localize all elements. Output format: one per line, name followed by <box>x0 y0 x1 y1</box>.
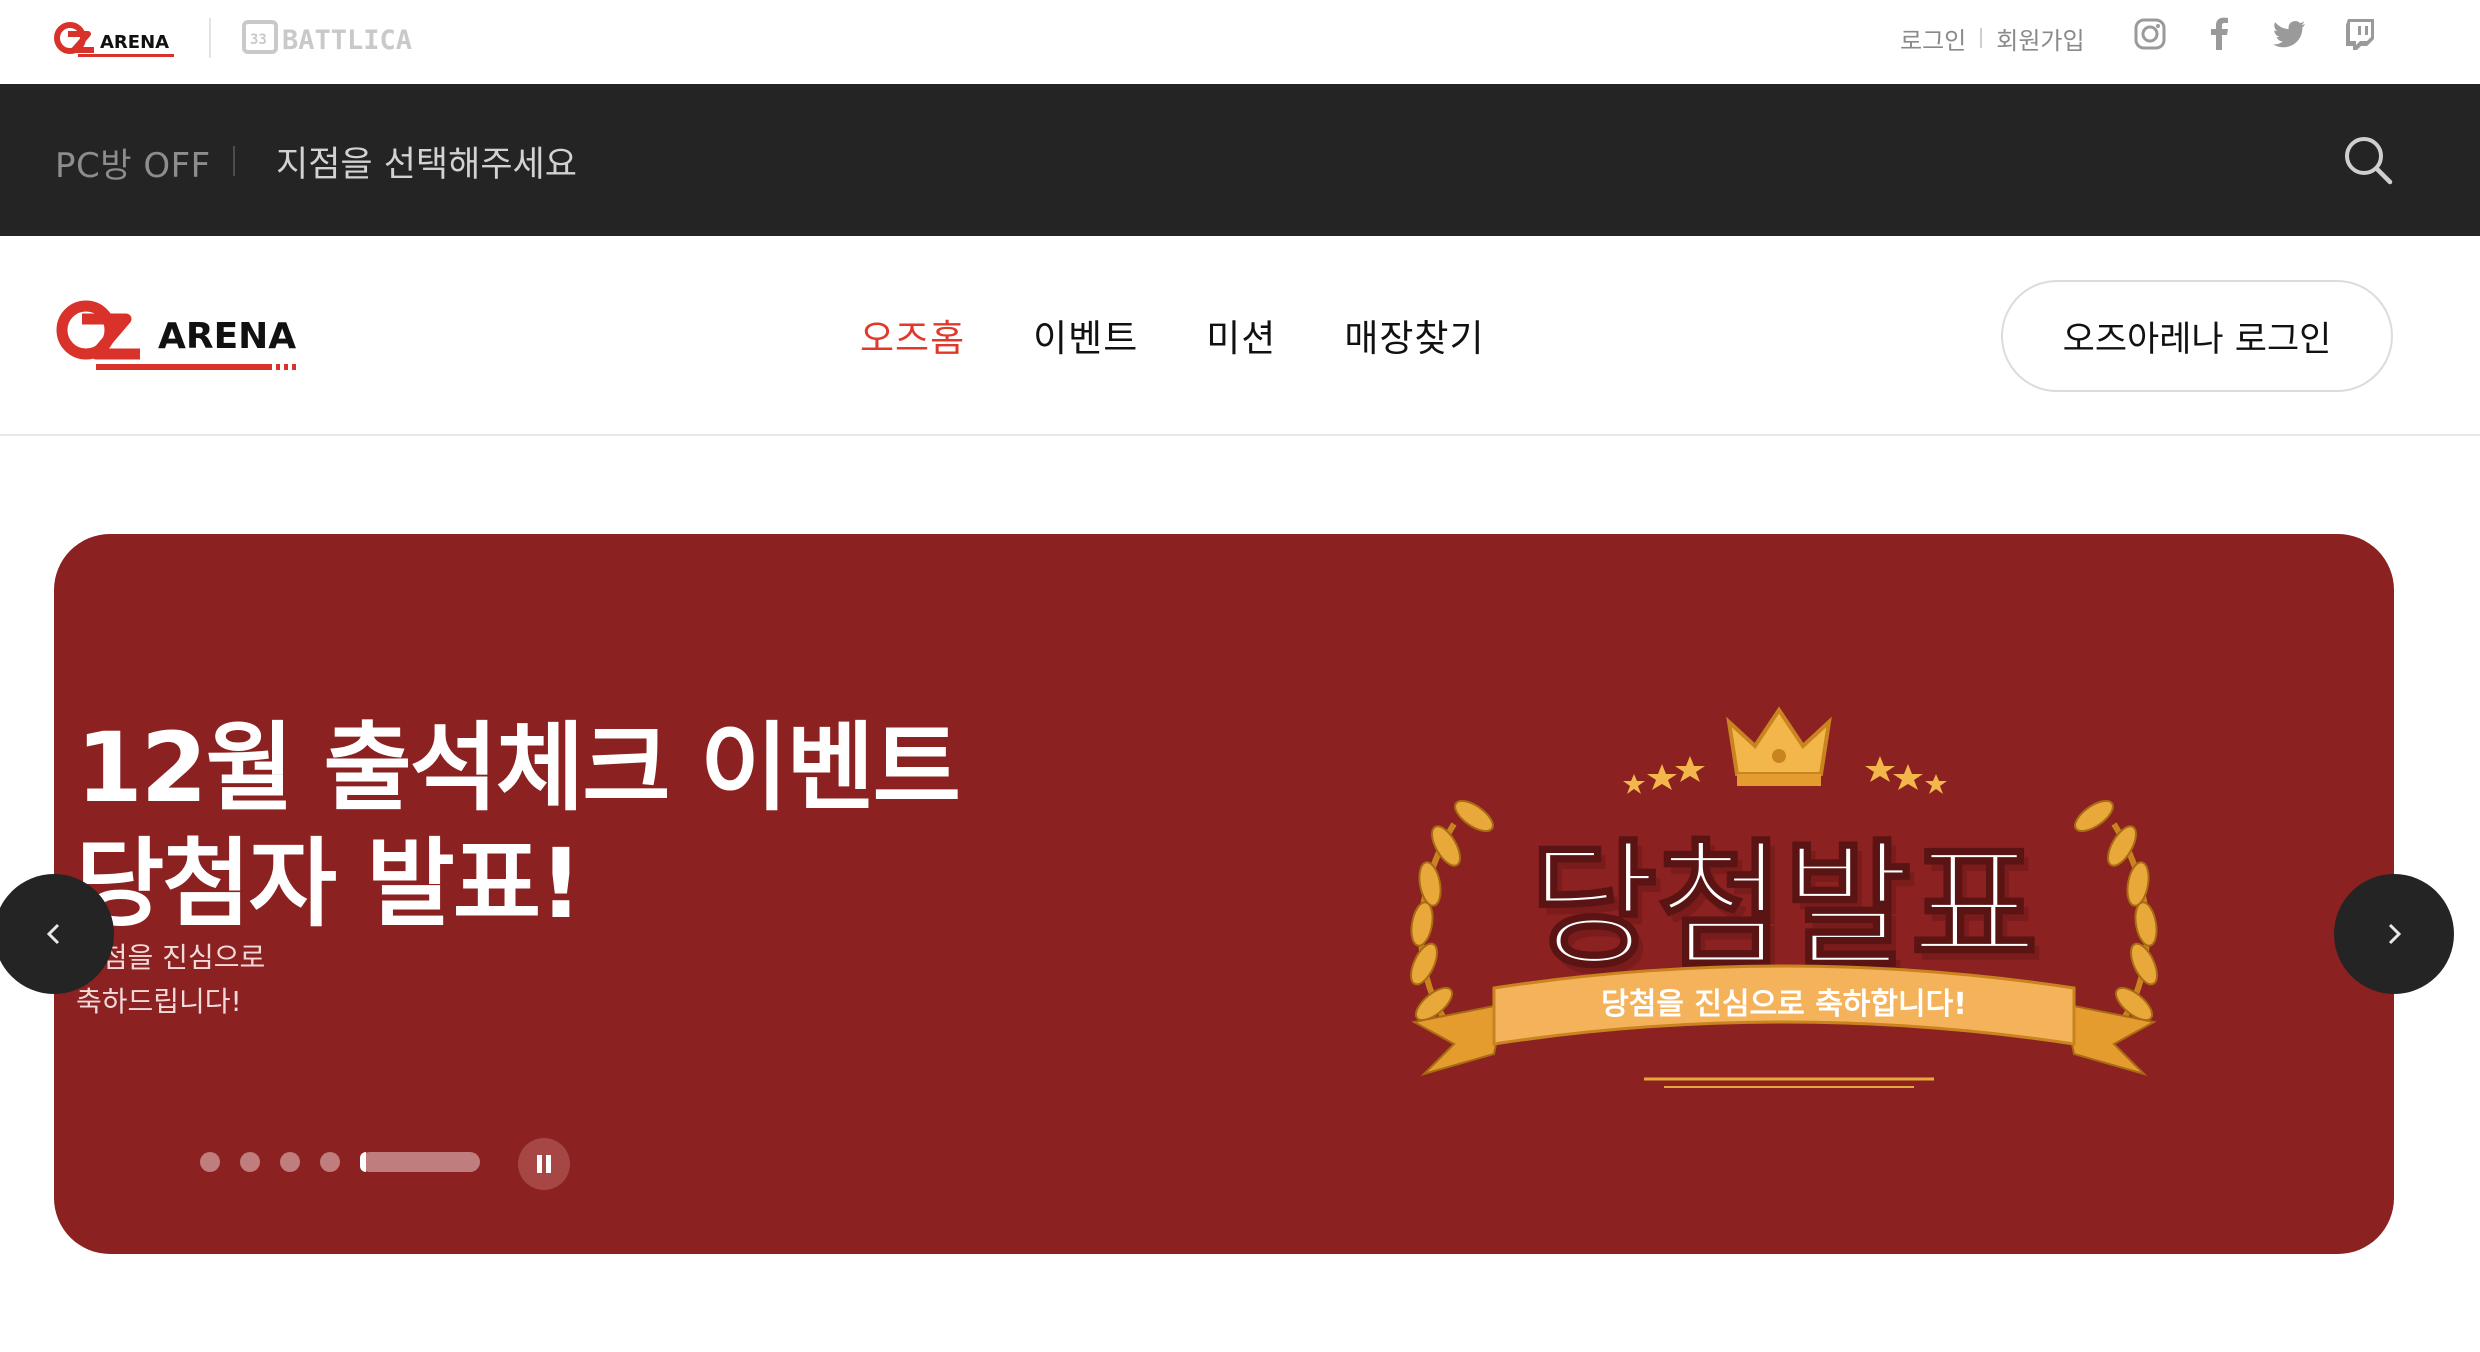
slide-dot[interactable] <box>240 1152 260 1172</box>
signup-link[interactable]: 회원가입 <box>1996 21 2084 56</box>
hero-title: 12월 출석체크 이벤트 당첨자 발표! <box>76 710 961 942</box>
facebook-icon[interactable] <box>2200 14 2240 54</box>
pc-status-label: PC방 OFF <box>55 146 211 186</box>
login-link[interactable]: 로그인 <box>1900 21 1966 56</box>
pause-button[interactable] <box>518 1138 570 1190</box>
nav-item-oz-home[interactable]: 오즈홈 <box>860 308 965 362</box>
svg-text:BATTLICA: BATTLICA <box>282 25 412 56</box>
hero-title-line-2: 당첨자 발표! <box>76 828 583 940</box>
oz-arena-logo[interactable]: ARENA <box>56 294 306 380</box>
instagram-icon[interactable] <box>2130 14 2170 54</box>
auth-links: 로그인 회원가입 <box>1900 20 2085 56</box>
hero-subtitle-line-2: 축하드립니다! <box>76 985 242 1018</box>
oz-arena-login-button[interactable]: 오즈아레나 로그인 <box>2001 280 2393 392</box>
auth-links-divider <box>1980 28 1983 48</box>
svg-text:ARENA: ARENA <box>158 316 296 357</box>
search-button[interactable] <box>2336 128 2400 192</box>
store-bar-divider <box>233 146 235 176</box>
store-bar: PC방 OFF 지점을 선택해주세요 <box>0 84 2480 236</box>
ribbon: 당첨을 진심으로 축하합니다! <box>1411 964 2157 1077</box>
chevron-right-icon <box>2388 923 2402 945</box>
slide-dot[interactable] <box>200 1152 220 1172</box>
search-icon <box>2345 137 2393 185</box>
slide-progress-active[interactable] <box>360 1152 480 1172</box>
pause-icon-bar <box>546 1155 551 1173</box>
nav-item-events[interactable]: 이벤트 <box>1033 308 1138 362</box>
battlica-logo[interactable]: 33 BATTLICA <box>242 18 422 58</box>
svg-text:33: 33 <box>250 32 267 48</box>
svg-text:ARENA: ARENA <box>100 32 169 53</box>
art-title: 당첨발표 <box>1530 826 2038 987</box>
slide-dot[interactable] <box>280 1152 300 1172</box>
twitter-icon[interactable] <box>2270 14 2310 54</box>
laurel-left <box>1410 799 1494 1047</box>
oz-arena-logo-small[interactable]: ARENA <box>54 20 184 60</box>
slide-dot[interactable] <box>320 1152 340 1172</box>
hero-title-line-1: 12월 출석체크 이벤트 <box>76 712 961 824</box>
laurel-right <box>2074 799 2158 1047</box>
store-select[interactable]: 지점을 선택해주세요 <box>276 136 577 187</box>
main-header: ARENA 오즈홈 이벤트 미션 매장찾기 오즈아레나 로그인 <box>0 236 2480 436</box>
twitch-icon[interactable] <box>2340 14 2380 54</box>
ribbon-text: 당첨을 진심으로 축하합니다! <box>1601 987 1967 1022</box>
next-slide-button[interactable] <box>2334 874 2454 994</box>
hero-banner[interactable]: 12월 출석체크 이벤트 당첨자 발표! 당첨을 진심으로 축하드립니다! 당첨… <box>54 534 2394 1254</box>
nav-item-missions[interactable]: 미션 <box>1206 308 1276 362</box>
crown-icon <box>1726 706 1832 786</box>
main-nav: 오즈홈 이벤트 미션 매장찾기 <box>860 308 1553 362</box>
nav-item-store-finder[interactable]: 매장찾기 <box>1344 308 1484 362</box>
chevron-left-icon <box>46 923 60 945</box>
slide-indicators <box>200 1152 480 1172</box>
pause-icon-bar <box>537 1155 542 1173</box>
slide-progress-fill <box>360 1152 366 1172</box>
utility-bar: ARENA 33 BATTLICA 로그인 회원가입 <box>0 0 2480 84</box>
brand-divider <box>209 18 211 58</box>
winner-announcement-illustration: 당첨발표 당첨발표 당첨을 진심으로 축하합니다! <box>1410 706 2158 1088</box>
